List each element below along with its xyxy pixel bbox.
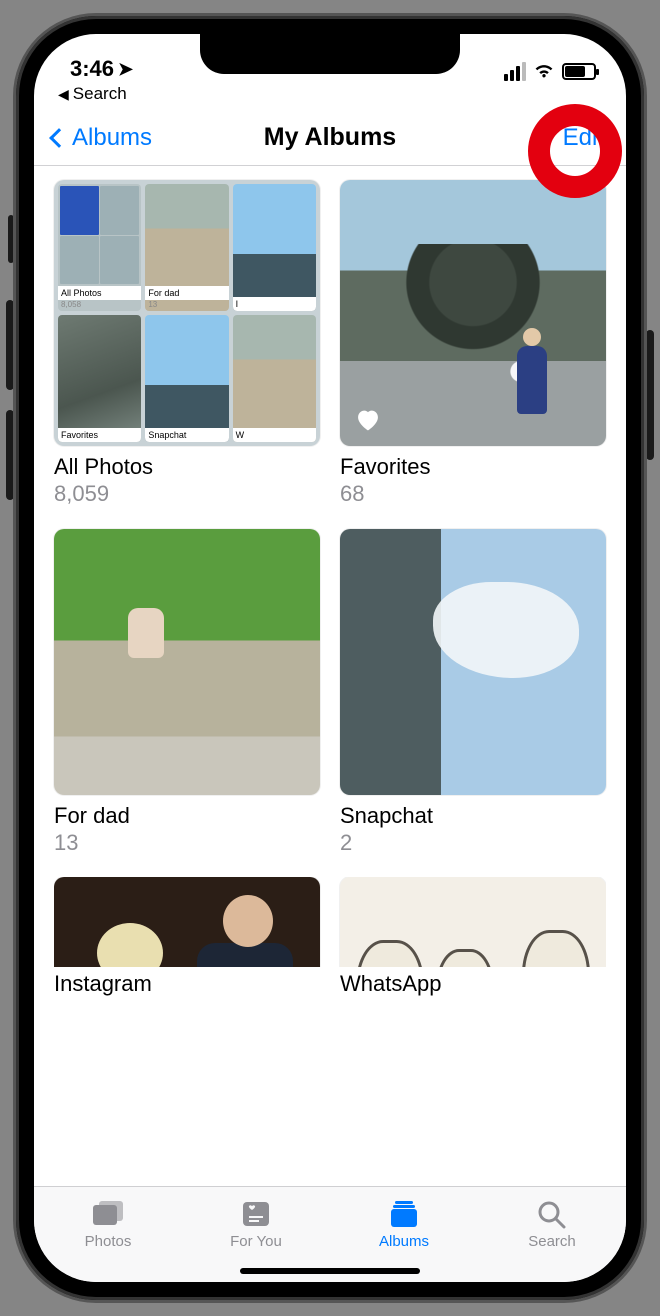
volume-down-button: [6, 410, 14, 500]
album-title: Snapchat: [340, 803, 606, 829]
status-time: 3:46: [70, 56, 114, 82]
foryou-icon: [239, 1199, 273, 1229]
photos-icon: [91, 1199, 125, 1229]
album-item[interactable]: Favorites 68: [340, 180, 606, 509]
battery-icon: [562, 63, 596, 80]
tab-foryou[interactable]: For You: [182, 1187, 330, 1262]
album-title: WhatsApp: [340, 971, 606, 997]
album-title: Instagram: [54, 971, 320, 997]
tab-label: Photos: [85, 1233, 132, 1250]
volume-up-button: [6, 300, 14, 390]
album-thumbnail: [340, 529, 606, 795]
album-count: 2: [340, 829, 606, 858]
phone-frame: 3:46 ➤ ◀ Search Albums My Al: [16, 16, 644, 1300]
tab-search[interactable]: Search: [478, 1187, 626, 1262]
album-item[interactable]: All Photos8,058 For dad13 I Favorites Sn…: [54, 180, 320, 509]
albums-grid[interactable]: All Photos8,058 For dad13 I Favorites Sn…: [34, 166, 626, 1182]
edit-button[interactable]: Edit: [563, 124, 604, 152]
breadcrumb-label: Search: [73, 84, 127, 104]
album-item[interactable]: For dad 13: [54, 529, 320, 858]
home-indicator[interactable]: [240, 1268, 420, 1274]
album-title: All Photos: [54, 454, 320, 480]
heart-icon: [354, 406, 382, 434]
breadcrumb-back-icon: ◀: [58, 86, 69, 103]
power-button: [646, 330, 654, 460]
album-thumbnail: [54, 877, 320, 967]
tab-bar: Photos For You Albums Search: [34, 1186, 626, 1282]
chevron-left-icon: [49, 128, 69, 148]
back-label: Albums: [72, 124, 152, 152]
album-count: 8,059: [54, 480, 320, 509]
tab-label: Search: [528, 1233, 576, 1250]
wifi-icon: [532, 60, 556, 82]
album-thumbnail: [340, 180, 606, 446]
albums-icon: [387, 1199, 421, 1229]
album-count: 13: [54, 829, 320, 858]
location-icon: ➤: [118, 59, 133, 80]
album-thumbnail: All Photos8,058 For dad13 I Favorites Sn…: [54, 180, 320, 446]
album-title: For dad: [54, 803, 320, 829]
tab-photos[interactable]: Photos: [34, 1187, 182, 1262]
screen: 3:46 ➤ ◀ Search Albums My Al: [34, 34, 626, 1282]
back-button[interactable]: Albums: [52, 124, 152, 152]
search-icon: [535, 1199, 569, 1229]
breadcrumb[interactable]: ◀ Search: [34, 84, 626, 110]
cellular-signal-icon: [504, 62, 526, 81]
album-item[interactable]: WhatsApp: [340, 877, 606, 967]
tab-label: For You: [230, 1233, 282, 1250]
tab-albums[interactable]: Albums: [330, 1187, 478, 1262]
notch: [200, 34, 460, 74]
album-title: Favorites: [340, 454, 606, 480]
album-item[interactable]: Instagram: [54, 877, 320, 967]
silence-switch: [8, 215, 14, 263]
tab-label: Albums: [379, 1233, 429, 1250]
page-title: My Albums: [264, 123, 396, 152]
album-thumbnail: [340, 877, 606, 967]
album-item[interactable]: Snapchat 2: [340, 529, 606, 858]
album-thumbnail: [54, 529, 320, 795]
album-count: 68: [340, 480, 606, 509]
nav-bar: Albums My Albums Edit: [34, 110, 626, 166]
